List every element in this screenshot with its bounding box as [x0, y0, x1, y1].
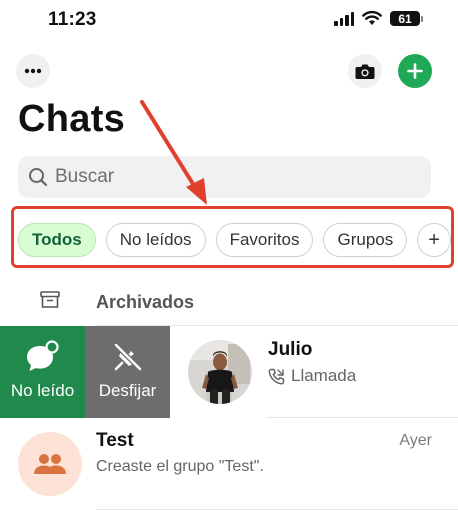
chat-name: Julio — [268, 339, 313, 360]
filter-chips: Todos No leídos Favoritos Grupos + — [18, 223, 451, 257]
mark-unread-button[interactable]: No leído — [0, 326, 85, 418]
camera-icon — [355, 64, 375, 79]
filter-chip-todos[interactable]: Todos — [18, 223, 96, 257]
search-icon — [29, 168, 48, 187]
search-bar[interactable] — [18, 156, 431, 198]
group-icon — [34, 454, 66, 474]
wifi-icon — [362, 11, 382, 25]
group-avatar — [18, 432, 82, 496]
chat-name: Test — [96, 430, 134, 451]
status-bar: 11:23 61 — [0, 0, 458, 40]
chat-row-julio[interactable]: Julio Llamada — [170, 326, 458, 418]
unpin-label: Desfijar — [98, 381, 157, 400]
search-input[interactable] — [55, 166, 415, 188]
unpin-button[interactable]: Desfijar — [85, 326, 170, 418]
signal-icon — [334, 11, 354, 26]
plus-icon — [407, 63, 423, 79]
chat-preview: Llamada — [268, 366, 356, 386]
chat-preview-text: Creaste el grupo "Test". — [96, 458, 264, 475]
phone-icon — [268, 368, 285, 384]
archived-row[interactable]: Archivados — [0, 282, 458, 326]
avatar-photo — [188, 340, 252, 404]
camera-button[interactable] — [348, 54, 382, 88]
add-filter-chip[interactable]: + — [417, 223, 451, 257]
filter-chip-no-leidos[interactable]: No leídos — [105, 223, 206, 257]
unpin-icon — [113, 343, 142, 371]
status-time: 11:23 — [48, 9, 97, 30]
avatar — [188, 340, 252, 404]
chat-preview-text: Llamada — [291, 366, 357, 385]
more-icon — [24, 68, 42, 74]
battery-icon: 61 — [390, 11, 423, 26]
unread-chat-icon — [26, 340, 59, 371]
new-chat-button[interactable] — [398, 54, 432, 88]
archived-label: Archivados — [96, 292, 195, 312]
page-title: Chats — [18, 98, 126, 140]
chat-row-test[interactable]: Test Ayer Creaste el grupo "Test". — [0, 418, 458, 512]
chat-timestamp: Ayer — [399, 432, 432, 449]
filter-chip-grupos[interactable]: Grupos — [323, 223, 408, 257]
archive-icon — [40, 291, 60, 308]
battery-level: 61 — [398, 11, 412, 26]
filter-highlight-box: Todos No leídos Favoritos Grupos + — [11, 206, 454, 268]
more-options-button[interactable] — [16, 54, 50, 88]
divider — [96, 509, 458, 510]
status-icons: 61 — [334, 11, 423, 26]
mark-unread-label: No leído — [10, 381, 75, 400]
filter-chip-favoritos[interactable]: Favoritos — [215, 223, 314, 257]
